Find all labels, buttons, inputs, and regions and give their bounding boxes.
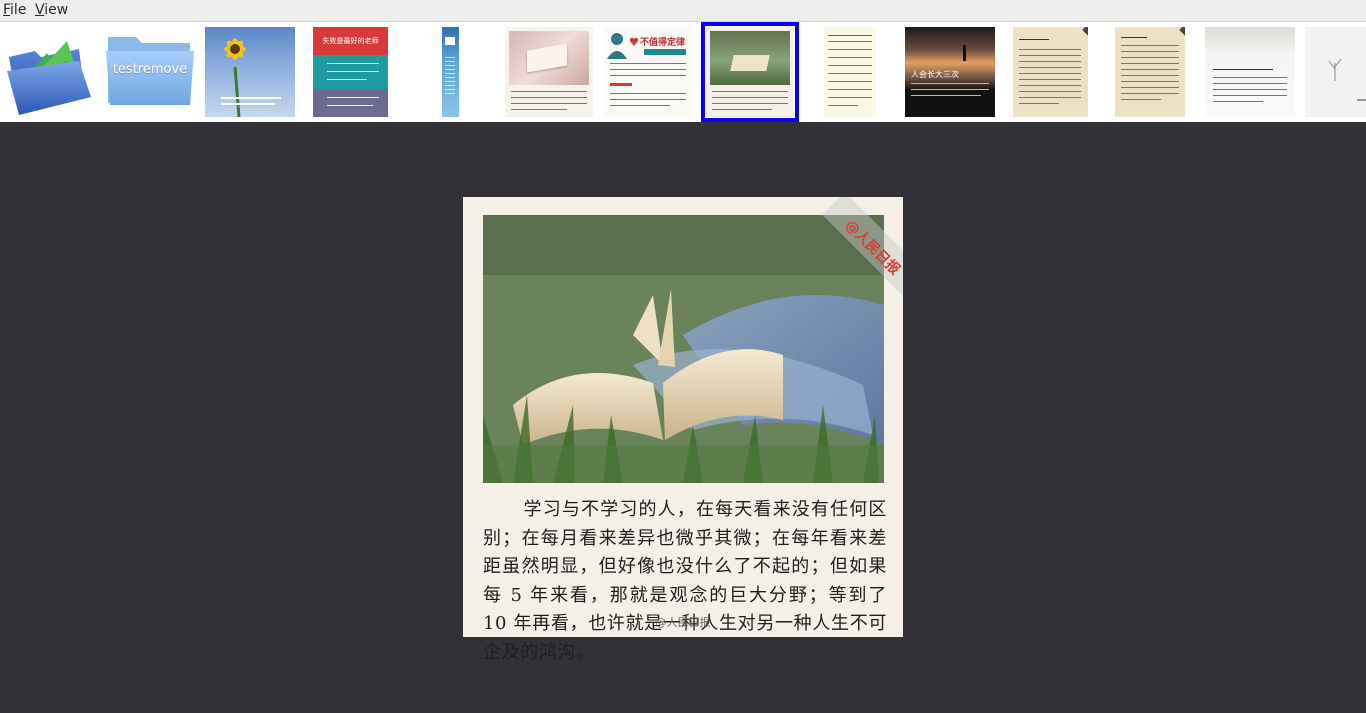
- main-image: @人民日报 学习与不学习的人，在每天看来没有任何区别；在每月看来差异也微乎其微；…: [463, 197, 903, 663]
- thumbnail-10[interactable]: [1115, 27, 1185, 117]
- thumbnail-5[interactable]: 不值得定律: [604, 27, 690, 117]
- sunflower-image: [221, 38, 281, 117]
- folder-label: testremove: [112, 62, 188, 77]
- credit-text: @人民日报: [655, 616, 711, 629]
- tree-image: [1328, 58, 1366, 101]
- thumbnail-8[interactable]: 人会长大三次: [905, 27, 995, 117]
- thumbnail-7[interactable]: [824, 27, 876, 117]
- menu-view[interactable]: View: [32, 2, 71, 19]
- watermark-ribbon: @人民日报: [823, 197, 903, 307]
- parent-folder-thumb[interactable]: [5, 27, 93, 117]
- thumbnail-6-selected[interactable]: [701, 22, 799, 122]
- thumbnail-11[interactable]: [1205, 27, 1295, 117]
- folder-thumb-testremove[interactable]: testremove: [104, 27, 196, 117]
- thumbnail-9[interactable]: [1013, 27, 1088, 117]
- thumbnail-strip[interactable]: testremove 失败是最好的老师 不值得定律 人会长大三次: [0, 22, 1366, 122]
- caption-text: 学习与不学习的人，在每天看来没有任何区别；在每月看来差异也微乎其微；在每年看来差…: [483, 499, 887, 663]
- thumbnail-3[interactable]: [442, 27, 459, 117]
- thumbnail-8-title: 人会长大三次: [911, 70, 959, 79]
- thumbnail-12[interactable]: [1305, 27, 1366, 117]
- thumbnail-2[interactable]: 失败是最好的老师: [313, 27, 388, 117]
- heart-icon: [629, 37, 639, 46]
- folder-up-icon: [7, 41, 91, 115]
- thumbnail-1[interactable]: [205, 27, 295, 117]
- menu-bar: File View: [0, 0, 1366, 22]
- thumbnail-2-title: 失败是最好的老师: [322, 37, 379, 45]
- menu-file[interactable]: File: [0, 2, 29, 19]
- thumbnail-4[interactable]: [505, 27, 593, 117]
- thumbnail-5-title: 不值得定律: [640, 38, 686, 48]
- person-icon: [607, 33, 627, 59]
